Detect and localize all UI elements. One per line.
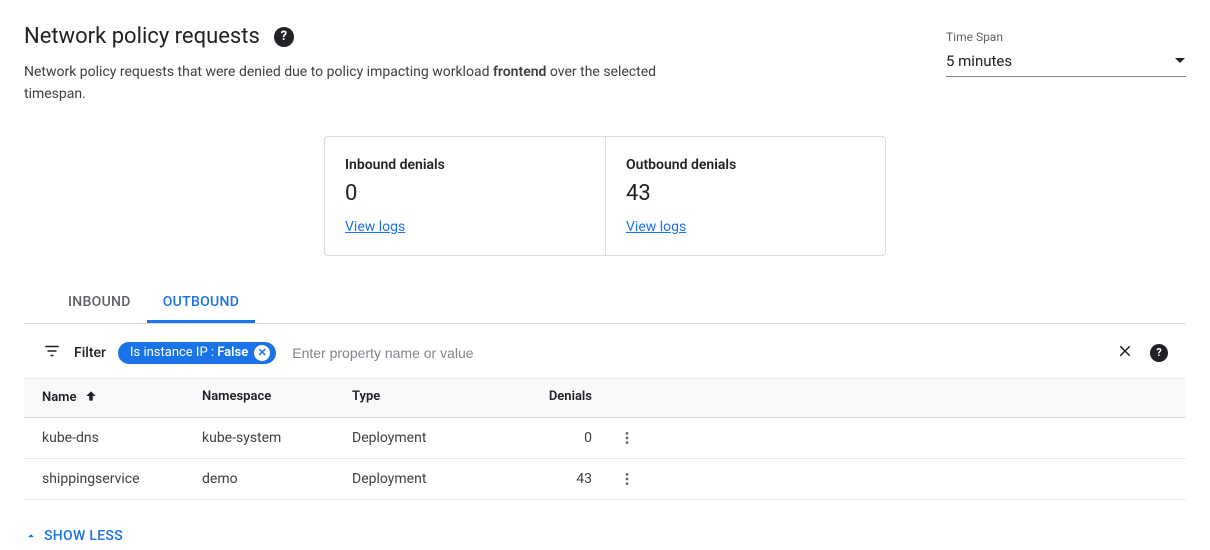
- inbound-view-logs-link[interactable]: View logs: [345, 219, 405, 235]
- show-less-label: Show Less: [44, 528, 123, 544]
- outbound-card-title: Outbound denials: [626, 157, 859, 173]
- inbound-card-value: 0: [345, 181, 579, 206]
- chevron-down-icon: [1174, 57, 1186, 65]
- timespan-label: Time Span: [946, 30, 1186, 44]
- table-row: kube-dns kube-system Deployment 0: [24, 418, 1186, 459]
- col-header-name[interactable]: Name: [42, 389, 202, 407]
- filter-bar: Filter Is instance IP : False ✕ ?: [24, 328, 1186, 379]
- subtitle-pre: Network policy requests that were denied…: [24, 64, 493, 80]
- page-subtitle: Network policy requests that were denied…: [24, 61, 664, 106]
- row-actions-icon[interactable]: [615, 426, 639, 450]
- show-less-button[interactable]: Show Less: [24, 528, 123, 544]
- col-header-denials[interactable]: Denials: [532, 389, 592, 407]
- filter-chip-is-instance-ip[interactable]: Is instance IP : False ✕: [118, 342, 276, 364]
- clear-filter-icon[interactable]: [1112, 338, 1138, 368]
- row-actions-icon[interactable]: [615, 467, 639, 491]
- denials-table: Name Namespace Type Denials kube-dns kub…: [24, 379, 1186, 500]
- inbound-card-title: Inbound denials: [345, 157, 579, 173]
- outbound-view-logs-link[interactable]: View logs: [626, 219, 686, 235]
- chip-key: Is instance IP :: [130, 345, 217, 360]
- chevron-up-icon: [24, 529, 38, 543]
- cell-type: Deployment: [352, 430, 532, 446]
- chip-remove-icon[interactable]: ✕: [254, 345, 270, 361]
- filter-label: Filter: [74, 345, 106, 361]
- help-icon[interactable]: ?: [274, 27, 294, 47]
- timespan-selector[interactable]: Time Span 5 minutes: [946, 24, 1186, 77]
- filter-help-icon[interactable]: ?: [1150, 344, 1168, 362]
- denials-summary-cards: Inbound denials 0 View logs Outbound den…: [324, 136, 886, 256]
- col-header-namespace[interactable]: Namespace: [202, 389, 352, 407]
- tab-outbound[interactable]: Outbound: [147, 284, 255, 323]
- cell-denials: 0: [532, 430, 592, 446]
- sort-ascending-icon: [84, 389, 98, 407]
- table-row: shippingservice demo Deployment 43: [24, 459, 1186, 500]
- table-header-row: Name Namespace Type Denials: [24, 379, 1186, 418]
- filter-icon: [42, 342, 62, 364]
- subtitle-bold: frontend: [493, 64, 547, 80]
- chip-value: False: [217, 345, 248, 360]
- outbound-denials-card: Outbound denials 43 View logs: [605, 137, 885, 255]
- cell-name: kube-dns: [42, 430, 202, 446]
- page-title: Network policy requests: [24, 24, 260, 49]
- cell-type: Deployment: [352, 471, 532, 487]
- col-header-type[interactable]: Type: [352, 389, 532, 407]
- direction-tabs: Inbound Outbound: [24, 284, 1186, 324]
- inbound-denials-card: Inbound denials 0 View logs: [325, 137, 605, 255]
- cell-namespace: demo: [202, 471, 352, 487]
- cell-denials: 43: [532, 471, 592, 487]
- tab-inbound[interactable]: Inbound: [52, 284, 147, 323]
- cell-name: shippingservice: [42, 471, 202, 487]
- cell-namespace: kube-system: [202, 430, 352, 446]
- timespan-value: 5 minutes: [946, 52, 1012, 70]
- col-header-name-label: Name: [42, 390, 76, 405]
- filter-input[interactable]: [288, 341, 1100, 365]
- outbound-card-value: 43: [626, 181, 859, 206]
